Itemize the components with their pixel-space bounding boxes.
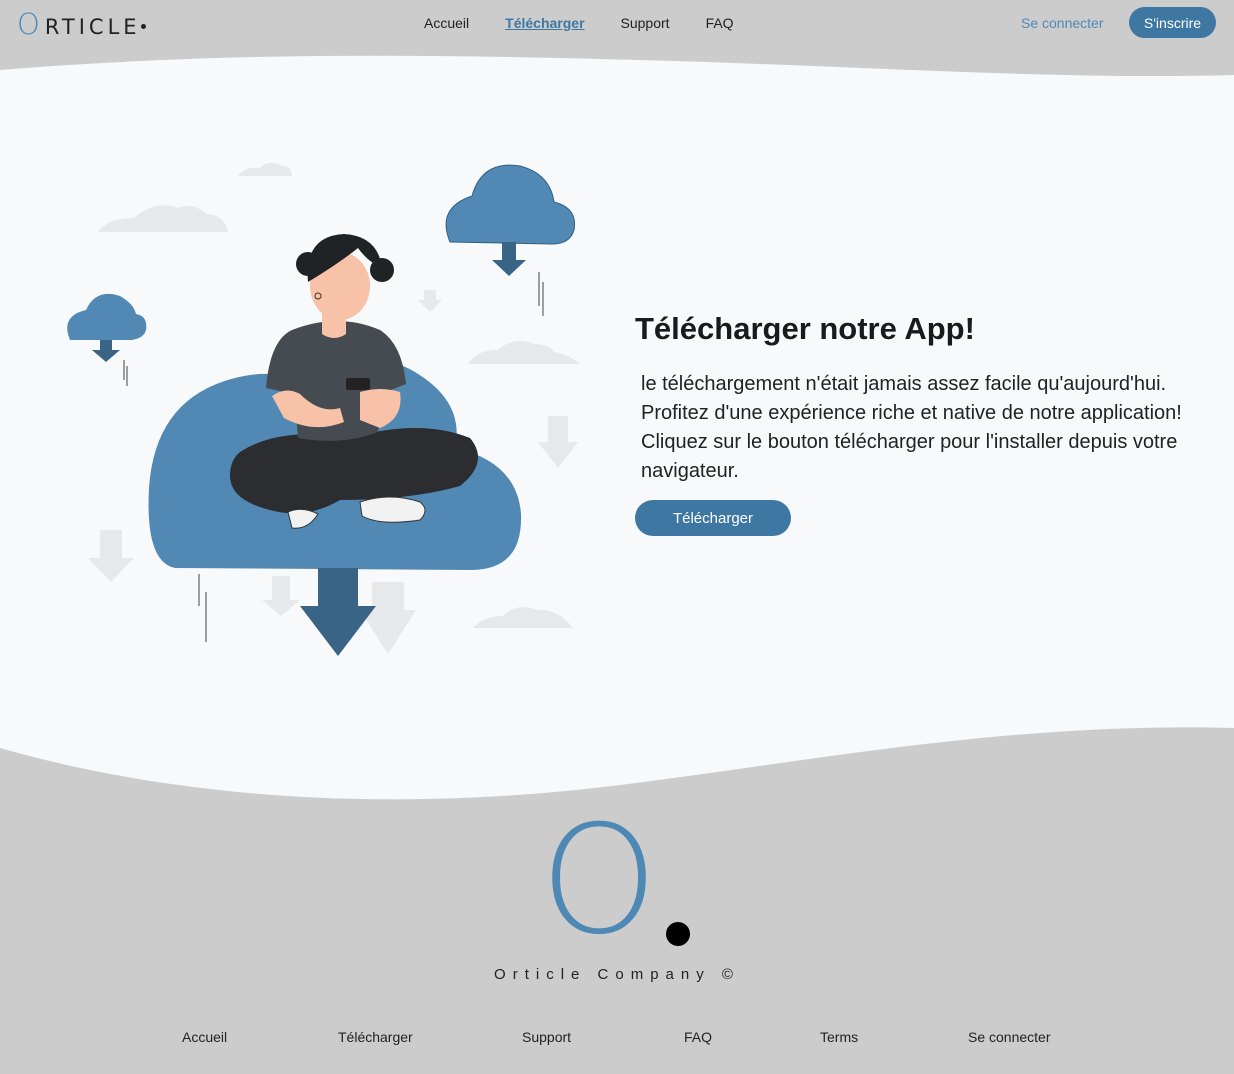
footer-link-faq[interactable]: FAQ	[684, 1029, 712, 1045]
main-nav: Accueil Télécharger Support FAQ	[424, 15, 770, 31]
footer-link-accueil[interactable]: Accueil	[182, 1029, 227, 1045]
company-name: Orticle Company ©	[494, 966, 740, 983]
top-header: O RTICLE Accueil Télécharger Support FAQ…	[0, 0, 1234, 60]
download-button[interactable]: Télécharger	[635, 500, 791, 536]
nav-accueil[interactable]: Accueil	[424, 15, 469, 31]
footer-link-telecharger[interactable]: Télécharger	[338, 1029, 413, 1045]
hero-description: le téléchargement n'était jamais assez f…	[641, 373, 1182, 482]
logo-text: RTICLE	[44, 15, 141, 39]
arrow-down-icon	[300, 568, 376, 656]
download-illustration	[67, 162, 580, 656]
footer-link-login[interactable]: Se connecter	[968, 1029, 1051, 1045]
nav-faq[interactable]: FAQ	[706, 15, 734, 31]
footer-link-support[interactable]: Support	[522, 1029, 571, 1045]
footer-logo: O	[540, 806, 700, 956]
logo-initial: O	[17, 7, 40, 41]
login-link[interactable]: Se connecter	[1021, 15, 1104, 31]
footer-logo-dot-icon	[666, 922, 690, 946]
cloud-download-icon	[67, 293, 147, 362]
nav-telecharger[interactable]: Télécharger	[505, 15, 584, 31]
footer-nav: Accueil Télécharger Support FAQ Terms Se…	[0, 1029, 1234, 1049]
signup-button[interactable]: S'inscrire	[1129, 7, 1216, 38]
footer-logo-initial: O	[540, 794, 659, 968]
footer-link-terms[interactable]: Terms	[820, 1029, 858, 1045]
brand-logo[interactable]: O RTICLE	[17, 7, 146, 41]
logo-dot-icon	[140, 24, 146, 29]
person-illustration	[230, 234, 478, 529]
cloud-download-icon	[445, 164, 576, 276]
page-title: Télécharger notre App!	[635, 311, 975, 346]
nav-support[interactable]: Support	[621, 15, 670, 31]
